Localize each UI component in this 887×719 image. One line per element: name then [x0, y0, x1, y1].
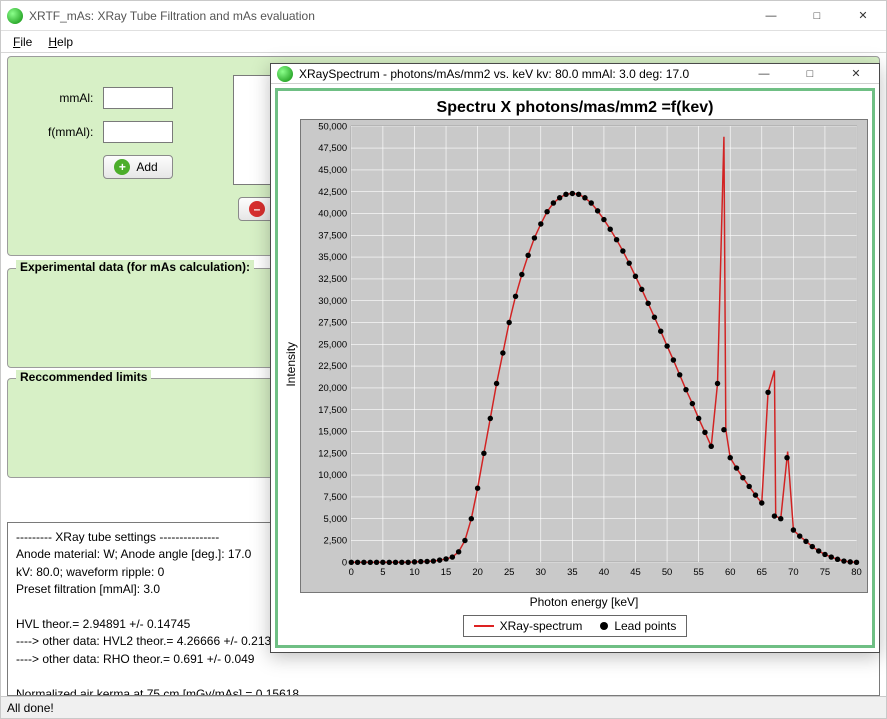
chart-plot[interactable]: 0 2,500 5,000 7,500 10,000 12,500 15,000 17,500…	[300, 119, 868, 593]
spectrum-body: Spectru X photons/mas/mm2 =f(kev) Intens…	[271, 84, 879, 652]
svg-text:7,500: 7,500	[324, 491, 348, 502]
menubar: File Help	[1, 31, 886, 53]
svg-text:65: 65	[757, 566, 767, 577]
svg-text:60: 60	[725, 566, 735, 577]
svg-text:55: 55	[693, 566, 703, 577]
mmAl-label: mmAl:	[48, 91, 93, 105]
svg-text:30,000: 30,000	[318, 295, 347, 306]
svg-text:0: 0	[349, 566, 354, 577]
spectrum-titlebar[interactable]: XRaySpectrum - photons/mAs/mm2 vs. keV k…	[271, 64, 879, 84]
spectrum-window[interactable]: XRaySpectrum - photons/mAs/mm2 vs. keV k…	[270, 63, 880, 653]
svg-text:75: 75	[820, 566, 830, 577]
svg-text:5,000: 5,000	[324, 513, 348, 524]
svg-text:22,500: 22,500	[318, 361, 347, 372]
spectrum-minimize-button[interactable]: —	[741, 64, 787, 83]
svg-text:10: 10	[409, 566, 419, 577]
minimize-button[interactable]: —	[748, 1, 794, 30]
spectrum-app-icon	[277, 66, 293, 82]
fmmAl-label: f(mmAl):	[48, 125, 93, 139]
svg-text:40,000: 40,000	[318, 208, 347, 219]
svg-text:35: 35	[567, 566, 577, 577]
main-titlebar[interactable]: XRTF_mAs: XRay Tube Filtration and mAs e…	[1, 1, 886, 31]
svg-text:47,500: 47,500	[318, 143, 347, 154]
close-button[interactable]: ✕	[840, 1, 886, 30]
svg-text:70: 70	[788, 566, 798, 577]
svg-text:2,500: 2,500	[324, 535, 348, 546]
panel-limits-caption: Reccommended limits	[16, 370, 151, 384]
status-text: All done!	[7, 701, 54, 715]
menu-file[interactable]: File	[7, 33, 38, 51]
svg-text:40: 40	[599, 566, 609, 577]
svg-text:50,000: 50,000	[318, 121, 347, 132]
svg-text:17,500: 17,500	[318, 404, 347, 415]
svg-text:30: 30	[536, 566, 546, 577]
svg-text:15: 15	[441, 566, 451, 577]
svg-text:27,500: 27,500	[318, 317, 347, 328]
main-title: XRTF_mAs: XRay Tube Filtration and mAs e…	[29, 9, 748, 23]
statusbar: All done!	[1, 696, 886, 718]
svg-text:0: 0	[342, 557, 347, 568]
legend-dot-label: Lead points	[614, 619, 676, 633]
plus-icon: +	[114, 159, 130, 175]
svg-text:15,000: 15,000	[318, 426, 347, 437]
svg-text:5: 5	[380, 566, 385, 577]
chart-frame: Spectru X photons/mas/mm2 =f(kev) Intens…	[275, 88, 875, 648]
legend-line-icon	[474, 625, 494, 627]
svg-text:80: 80	[851, 566, 861, 577]
legend-dot-icon	[600, 622, 608, 630]
svg-text:12,500: 12,500	[318, 448, 347, 459]
svg-text:25,000: 25,000	[318, 339, 347, 350]
menu-help[interactable]: Help	[42, 33, 79, 51]
maximize-button[interactable]: □	[794, 1, 840, 30]
panel-mas-caption: Experimental data (for mAs calculation):	[16, 260, 254, 274]
add-label: Add	[136, 160, 157, 174]
svg-text:50: 50	[662, 566, 672, 577]
fmmAl-input[interactable]	[103, 121, 173, 143]
add-button[interactable]: + Add	[103, 155, 173, 179]
svg-text:45,000: 45,000	[318, 164, 347, 175]
spectrum-close-button[interactable]: ✕	[833, 64, 879, 83]
chart-ylabel: Intensity	[282, 119, 300, 609]
svg-text:45: 45	[630, 566, 640, 577]
svg-text:10,000: 10,000	[318, 470, 347, 481]
spectrum-title: XRaySpectrum - photons/mAs/mm2 vs. keV k…	[299, 67, 741, 81]
spectrum-maximize-button[interactable]: □	[787, 64, 833, 83]
svg-text:32,500: 32,500	[318, 273, 347, 284]
svg-text:25: 25	[504, 566, 514, 577]
legend-line-label: XRay-spectrum	[500, 619, 583, 633]
app-icon	[7, 8, 23, 24]
minus-icon: –	[249, 201, 265, 217]
chart-legend: XRay-spectrum Lead points	[463, 615, 688, 637]
svg-text:20,000: 20,000	[318, 382, 347, 393]
svg-text:42,500: 42,500	[318, 186, 347, 197]
svg-text:35,000: 35,000	[318, 252, 347, 263]
mmAl-input[interactable]	[103, 87, 173, 109]
svg-text:20: 20	[472, 566, 482, 577]
chart-title: Spectru X photons/mas/mm2 =f(kev)	[282, 95, 868, 119]
chart-xlabel: Photon energy [keV]	[300, 593, 868, 609]
svg-text:37,500: 37,500	[318, 230, 347, 241]
